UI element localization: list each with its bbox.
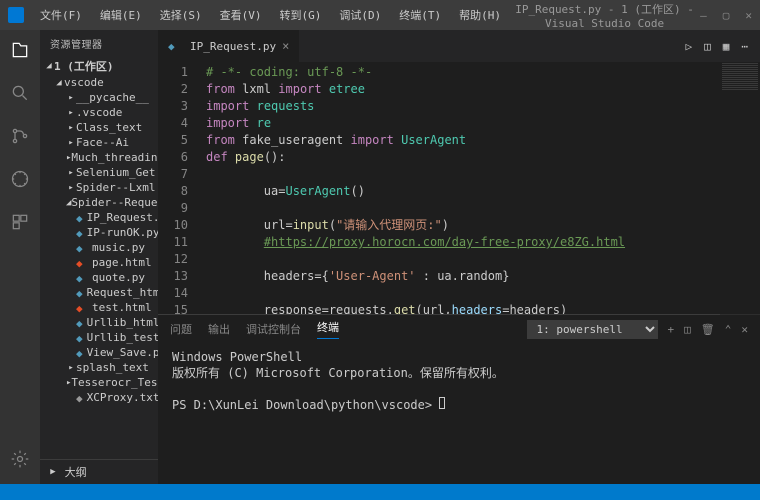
file-item[interactable]: ◆quote.py	[40, 270, 158, 285]
window-title: IP_Request.py - 1 (工作区) - Visual Studio …	[509, 1, 700, 30]
sidebar: 资源管理器 ◢1 (工作区) ◢vscode ▸__pycache__▸.vsc…	[40, 30, 158, 484]
menu-debug[interactable]: 调试(D)	[331, 3, 389, 27]
file-item[interactable]: ◆IP-runOK.py	[40, 225, 158, 240]
panel-tab-problems[interactable]: 问题	[170, 321, 192, 337]
folder-item[interactable]: ▸Face--Ai	[40, 135, 158, 150]
code-lines[interactable]: # -*- coding: utf-8 -*-from lxml import …	[198, 62, 760, 314]
menu-file[interactable]: 文件(F)	[32, 3, 90, 27]
new-terminal-icon[interactable]: +	[668, 323, 675, 336]
file-item[interactable]: ◆test.html	[40, 300, 158, 315]
file-item[interactable]: ◆Urllib_html.py	[40, 315, 158, 330]
search-icon[interactable]	[10, 83, 30, 106]
folder-vscode[interactable]: ◢vscode	[40, 75, 158, 90]
tab-close-icon[interactable]: ×	[282, 39, 289, 53]
maximize-panel-icon[interactable]: ⌃	[725, 323, 732, 336]
menu-view[interactable]: 查看(V)	[212, 3, 270, 27]
split-terminal-icon[interactable]: ◫	[684, 323, 691, 336]
folder-item[interactable]: ▸Tesserocr_Test	[40, 375, 158, 390]
panel-tab-terminal[interactable]: 终端	[317, 319, 339, 339]
title-bar: 文件(F) 编辑(E) 选择(S) 查看(V) 转到(G) 调试(D) 终端(T…	[0, 0, 760, 30]
terminal-line: Windows PowerShell	[172, 349, 746, 365]
vscode-logo-icon	[8, 7, 24, 23]
minimap[interactable]	[720, 62, 760, 322]
kill-terminal-icon[interactable]: 🗑	[701, 323, 715, 336]
activity-bar	[0, 30, 40, 484]
folder-item[interactable]: ▸Selenium_Get	[40, 165, 158, 180]
panel-tab-debug-console[interactable]: 调试控制台	[246, 321, 301, 337]
file-item[interactable]: ◆music.py	[40, 240, 158, 255]
workspace-root[interactable]: ◢1 (工作区)	[40, 57, 158, 75]
folder-open[interactable]: ◢Spider--Request	[40, 195, 158, 210]
menu-bar: 文件(F) 编辑(E) 选择(S) 查看(V) 转到(G) 调试(D) 终端(T…	[32, 3, 509, 27]
menu-help[interactable]: 帮助(H)	[451, 3, 509, 27]
terminal-selector[interactable]: 1: powershell	[527, 320, 658, 339]
maximize-icon[interactable]: ▢	[723, 9, 730, 22]
file-item[interactable]: ◆Request_html.py	[40, 285, 158, 300]
editor-group: ◆ IP_Request.py × ▷ ◫ ▦ ⋯ 12345678910111…	[158, 30, 760, 484]
file-item[interactable]: ◆Urllib_test.py	[40, 330, 158, 345]
more-icon[interactable]: ⋯	[741, 40, 748, 53]
file-item[interactable]: ◆page.html	[40, 255, 158, 270]
menu-selection[interactable]: 选择(S)	[152, 3, 210, 27]
terminal-content[interactable]: Windows PowerShell 版权所有 (C) Microsoft Co…	[158, 343, 760, 484]
file-item[interactable]: ◆View_Save.py	[40, 345, 158, 360]
close-icon[interactable]: ✕	[745, 9, 752, 22]
folder-item[interactable]: ▸__pycache__	[40, 90, 158, 105]
folder-item[interactable]: ▸Much_threading	[40, 150, 158, 165]
explorer-icon[interactable]	[10, 40, 30, 63]
code-editor[interactable]: 12345678910111213141516171819 # -*- codi…	[158, 62, 760, 314]
menu-terminal[interactable]: 终端(T)	[391, 3, 449, 27]
bottom-panel: 问题 输出 调试控制台 终端 1: powershell + ◫ 🗑 ⌃ ✕ W…	[158, 314, 760, 484]
line-numbers: 12345678910111213141516171819	[158, 62, 198, 314]
tab-bar: ◆ IP_Request.py × ▷ ◫ ▦ ⋯	[158, 30, 760, 62]
menu-edit[interactable]: 编辑(E)	[92, 3, 150, 27]
file-item[interactable]: ◆XCProxy.txt	[40, 390, 158, 405]
outline-section[interactable]: ▶ 大纲	[40, 459, 158, 484]
layout-icon[interactable]: ▦	[723, 40, 730, 53]
file-tree[interactable]: ◢1 (工作区) ◢vscode ▸__pycache__▸.vscode▸Cl…	[40, 57, 158, 459]
tab-active[interactable]: ◆ IP_Request.py ×	[158, 30, 300, 62]
extensions-icon[interactable]	[10, 212, 30, 235]
cursor-icon	[439, 397, 445, 409]
folder-item[interactable]: ▸.vscode	[40, 105, 158, 120]
settings-icon[interactable]	[10, 449, 30, 472]
minimize-icon[interactable]: —	[700, 9, 707, 22]
tab-label: IP_Request.py	[190, 40, 276, 53]
folder-item[interactable]: ▸Class_text	[40, 120, 158, 135]
terminal-line: 版权所有 (C) Microsoft Corporation。保留所有权利。	[172, 365, 746, 381]
source-control-icon[interactable]	[10, 126, 30, 149]
status-bar[interactable]	[0, 484, 760, 500]
sidebar-title: 资源管理器	[40, 30, 158, 57]
folder-item[interactable]: ▸splash_text	[40, 360, 158, 375]
terminal-prompt: PS D:\XunLei Download\python\vscode>	[172, 397, 746, 413]
panel-tab-output[interactable]: 输出	[208, 321, 230, 337]
debug-icon[interactable]	[10, 169, 30, 192]
menu-go[interactable]: 转到(G)	[272, 3, 330, 27]
folder-item[interactable]: ▸Spider--Lxml	[40, 180, 158, 195]
run-icon[interactable]: ▷	[686, 40, 693, 53]
file-item[interactable]: ◆IP_Request.py	[40, 210, 158, 225]
close-panel-icon[interactable]: ✕	[741, 323, 748, 336]
python-file-icon: ◆	[168, 40, 180, 52]
split-icon[interactable]: ◫	[704, 40, 711, 53]
